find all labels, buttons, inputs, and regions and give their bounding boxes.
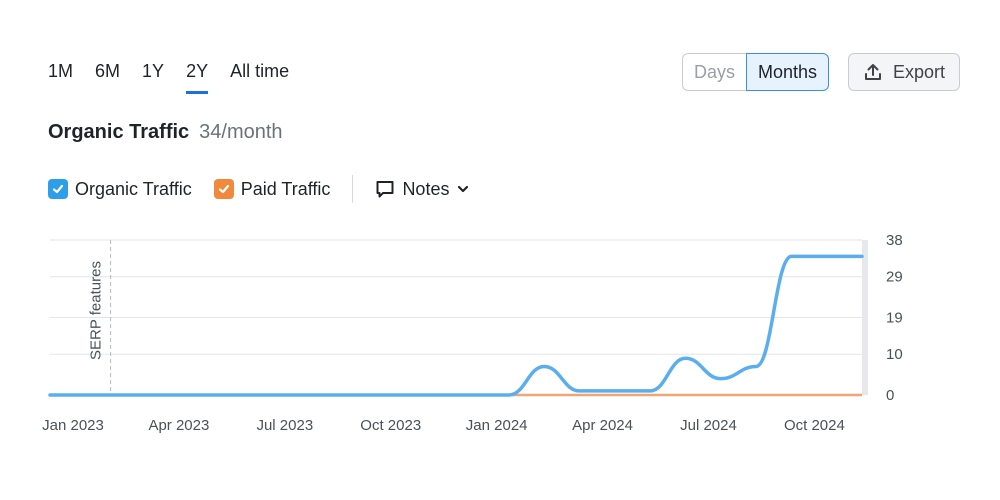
legend-organic-label: Organic Traffic [75, 178, 192, 199]
traffic-value: 34/month [199, 121, 283, 143]
tab-2y[interactable]: 2Y [186, 60, 209, 94]
plot-right-edge [862, 240, 868, 395]
tab-all-time[interactable]: All time [230, 60, 289, 94]
notes-dropdown[interactable]: Notes [375, 179, 470, 200]
view-toggle: Days Months [682, 53, 830, 91]
notes-label: Notes [402, 178, 450, 199]
x-tick-label: Jul 2024 [680, 417, 737, 434]
check-icon [218, 184, 229, 194]
legend-divider [352, 175, 354, 203]
legend: Organic Traffic Paid Traffic Notes [48, 175, 470, 203]
export-label: Export [892, 61, 946, 82]
traffic-chart: 0 10 19 29 38 Jan 2023 Apr 2023 Jul 2023 Oct 202… [42, 232, 903, 434]
title-row: Organic Traffic 34/month [48, 121, 283, 144]
period-tabs: 1M 6M 1Y 2Y All time [48, 60, 311, 94]
x-tick-label: Jan 2024 [466, 417, 528, 434]
y-tick-label: 0 [886, 387, 894, 404]
x-tick-label: Apr 2023 [148, 417, 209, 434]
legend-paid-traffic[interactable]: Paid Traffic [213, 178, 331, 200]
check-icon [52, 184, 64, 194]
x-tick-label: Oct 2024 [784, 417, 845, 434]
checkbox-organic[interactable] [48, 179, 68, 199]
y-tick-label: 38 [886, 232, 903, 249]
legend-organic-traffic[interactable]: Organic Traffic [48, 179, 192, 200]
x-tick-label: Jul 2023 [256, 417, 313, 434]
checkbox-paid[interactable] [213, 179, 234, 199]
tab-6m[interactable]: 6M [95, 60, 120, 94]
upload-icon [864, 64, 881, 80]
y-tick-label: 29 [886, 269, 903, 286]
months-button[interactable]: Months [746, 53, 830, 91]
y-tick-label: 10 [886, 346, 903, 363]
comment-icon [376, 181, 394, 198]
days-button[interactable]: Days [682, 53, 747, 91]
tab-1y[interactable]: 1Y [142, 60, 164, 94]
tab-1m[interactable]: 1M [48, 60, 73, 94]
export-button[interactable]: Export [848, 53, 960, 91]
x-tick-label: Oct 2023 [360, 417, 421, 434]
page-title: Organic Traffic [48, 121, 190, 143]
x-tick-label: Apr 2024 [572, 417, 633, 434]
chevron-down-icon [458, 185, 469, 193]
legend-paid-label: Paid Traffic [240, 178, 331, 199]
y-tick-label: 19 [886, 310, 903, 327]
annotation-label: SERP features [88, 261, 105, 360]
x-tick-label: Jan 2023 [42, 417, 104, 434]
